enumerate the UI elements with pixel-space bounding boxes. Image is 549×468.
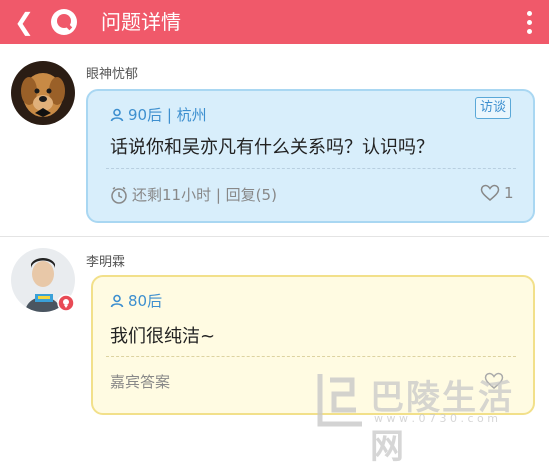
- heart-icon: [480, 184, 500, 201]
- watermark-logo-icon: [317, 374, 362, 427]
- answerer-age: 80后: [128, 292, 163, 310]
- like-button[interactable]: 1: [480, 184, 514, 202]
- person-icon: [110, 294, 124, 307]
- more-icon-dot: [526, 10, 532, 16]
- interview-tag: 访谈: [475, 97, 512, 119]
- more-icon-dot: [526, 28, 532, 34]
- person-icon: [110, 108, 124, 121]
- asker-username: 眼神忧郁: [86, 67, 139, 82]
- more-options-button[interactable]: [523, 6, 535, 38]
- clock-icon: [111, 186, 127, 204]
- answer-divider: [106, 356, 516, 357]
- logo-icon: [51, 9, 77, 35]
- top-bar: ❮ 问题详情: [0, 0, 549, 44]
- answer-role-label: 嘉宾答案: [110, 371, 170, 392]
- question-status: 还剩11小时 | 回复(5): [110, 184, 277, 205]
- remaining-time-replies[interactable]: 还剩11小时 | 回复(5): [132, 184, 277, 205]
- dog-avatar-image: [11, 61, 75, 125]
- question-text: 话说你和吴亦凡有什么关系吗？认识吗？: [110, 137, 434, 158]
- watermark-url: w w w . 0 7 3 0 . c o m: [374, 412, 498, 425]
- asker-age-location: 90后 | 杭州: [128, 106, 207, 124]
- verified-badge-icon: [57, 294, 75, 312]
- like-count: 1: [504, 184, 514, 202]
- page-title: 问题详情: [101, 10, 181, 34]
- site-watermark: 巴陵生活网 w w w . 0 7 3 0 . c o m: [312, 368, 549, 467]
- asker-avatar[interactable]: [11, 61, 75, 125]
- asker-meta: 90后 | 杭州: [110, 104, 207, 125]
- guest-answer-label: 嘉宾答案: [110, 373, 171, 391]
- section-divider: [0, 236, 549, 237]
- answer-text: 我们很纯洁~: [110, 326, 216, 347]
- back-button[interactable]: ❮: [14, 6, 38, 38]
- more-icon-dot: [526, 19, 532, 25]
- answerer-username: 李明霖: [86, 255, 126, 270]
- question-divider: [106, 168, 516, 169]
- answerer-meta: 80后: [110, 290, 162, 311]
- back-icon: ❮: [14, 8, 35, 36]
